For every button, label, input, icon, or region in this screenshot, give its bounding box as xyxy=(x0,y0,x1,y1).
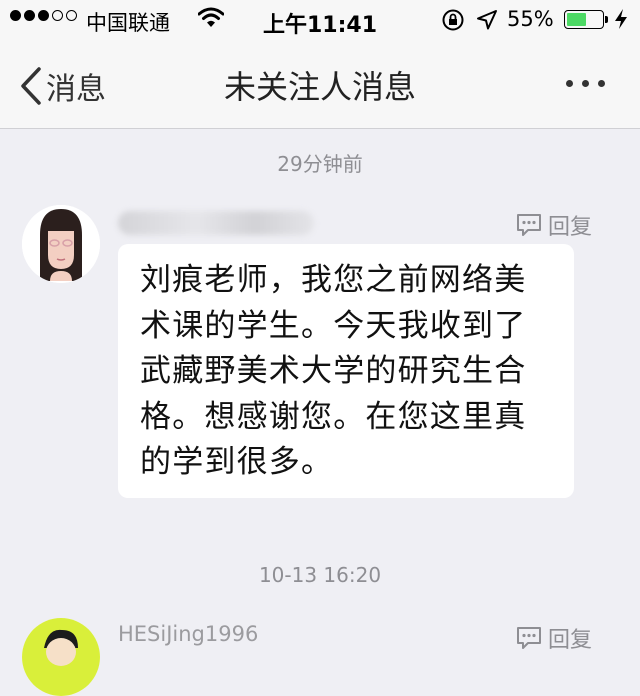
message-bubble: 刘痕老师，我您之前网络美术课的学生。今天我收到了武藏野美术大学的研究生合格。想感… xyxy=(118,244,574,498)
more-dot-icon xyxy=(598,80,605,87)
battery-tip xyxy=(605,16,608,23)
battery-level xyxy=(567,13,586,26)
page-title: 未关注人消息 xyxy=(223,68,416,106)
message-text: 刘痕老师，我您之前网络美术课的学生。今天我收到了武藏野美术大学的研究生合格。想感… xyxy=(140,262,527,480)
reply-label: 回复 xyxy=(548,215,593,240)
reply-button[interactable]: 回复 xyxy=(516,209,592,241)
avatar-illustration xyxy=(22,205,100,283)
avatar-illustration xyxy=(22,618,100,696)
status-bar: 中国联通 上午11:41 55% xyxy=(0,0,640,42)
navigation-bar: 消息 未关注人消息 xyxy=(0,42,640,129)
message-timestamp: 29分钟前 xyxy=(277,152,363,176)
comment-icon xyxy=(517,627,541,649)
comment-icon xyxy=(517,214,541,236)
sender-name-redacted xyxy=(118,211,314,235)
message-timestamp: 10-13 16:20 xyxy=(258,563,382,587)
reply-button[interactable]: 回复 xyxy=(516,622,592,654)
more-dot-icon xyxy=(566,80,573,87)
avatar[interactable] xyxy=(22,205,100,283)
more-options-button[interactable] xyxy=(566,80,605,87)
sender-name: HESiJing1996 xyxy=(118,622,259,646)
battery-percent: 55% xyxy=(507,7,554,31)
location-arrow-icon xyxy=(477,10,497,30)
more-dot-icon xyxy=(582,80,589,87)
battery-icon xyxy=(564,10,604,29)
charging-bolt-icon xyxy=(615,9,627,29)
reply-label: 回复 xyxy=(548,628,593,653)
rotation-lock-icon xyxy=(442,9,464,31)
avatar[interactable] xyxy=(22,618,100,696)
